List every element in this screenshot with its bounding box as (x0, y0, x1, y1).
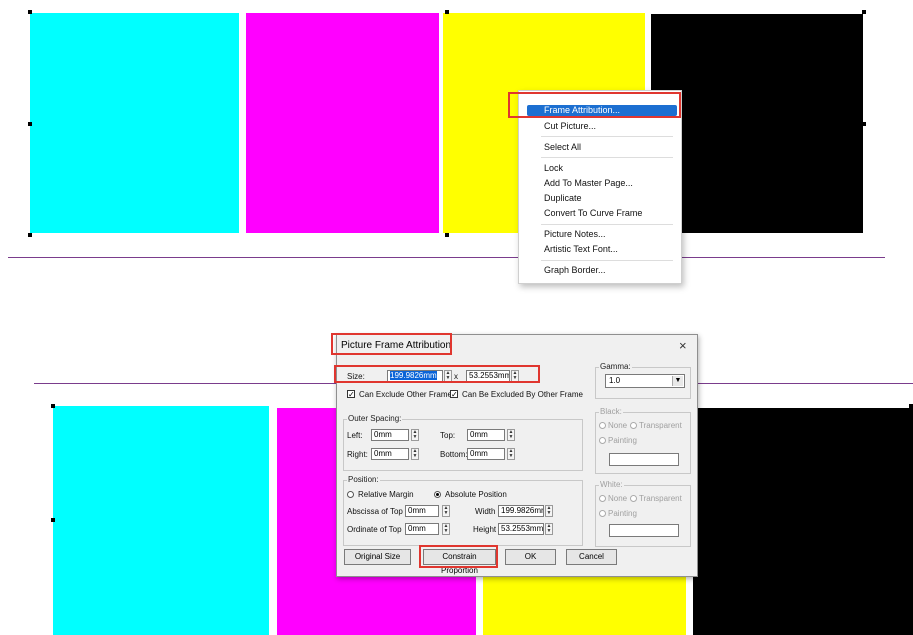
height-field[interactable]: 53.2553mm (498, 523, 544, 535)
abscissa-field[interactable]: 0mm (405, 505, 439, 517)
menu-item-picture-notes[interactable]: Picture Notes... (544, 229, 606, 239)
close-icon[interactable]: × (679, 338, 687, 353)
black-none-radio[interactable] (599, 422, 606, 429)
selection-handle[interactable] (862, 10, 866, 14)
ordinate-spinner[interactable]: ▲ ▼ (442, 523, 450, 535)
black-painting-label: Painting (608, 436, 637, 445)
exclude-other-frame-checkbox[interactable]: ✓ (347, 390, 355, 399)
annotation-box-constrain-proportion (419, 545, 498, 568)
selection-handle[interactable] (909, 518, 913, 522)
selection-handle[interactable] (909, 404, 913, 408)
selection-handle[interactable] (28, 122, 32, 126)
white-painting-label: Painting (608, 509, 637, 518)
white-color-field[interactable] (609, 524, 679, 537)
context-menu: Frame Attribution... Cut Picture... Sele… (518, 90, 682, 284)
top-spacing-spinner[interactable]: ▲ ▼ (507, 429, 515, 441)
width-field[interactable]: 199.9826mr (498, 505, 544, 517)
black-swatch-bottom[interactable] (693, 408, 913, 635)
white-transparent-label: Transparent (639, 494, 682, 503)
menu-item-add-to-master-page[interactable]: Add To Master Page... (544, 178, 633, 188)
menu-item-graph-border[interactable]: Graph Border... (544, 265, 606, 275)
annotation-box-frame-attribution (508, 92, 681, 118)
magenta-swatch-top[interactable] (246, 13, 439, 233)
ok-button[interactable]: OK (505, 549, 556, 565)
selection-handle[interactable] (51, 518, 55, 522)
original-size-button[interactable]: Original Size (344, 549, 411, 565)
menu-separator (541, 157, 673, 158)
bottom-spacing-spinner[interactable]: ▲ ▼ (507, 448, 515, 460)
black-transparent-label: Transparent (639, 421, 682, 430)
ordinate-field[interactable]: 0mm (405, 523, 439, 535)
outer-spacing-title: Outer Spacing: (347, 414, 403, 423)
excluded-by-other-frame-label: Can Be Excluded By Other Frame (462, 390, 583, 399)
selection-handle[interactable] (445, 10, 449, 14)
width-label: Width (475, 507, 496, 516)
menu-item-cut-picture[interactable]: Cut Picture... (544, 121, 596, 131)
absolute-position-radio[interactable] (434, 491, 441, 498)
cancel-button[interactable]: Cancel (566, 549, 617, 565)
right-spacing-field[interactable]: 0mm (371, 448, 409, 460)
menu-item-convert-to-curve-frame[interactable]: Convert To Curve Frame (544, 208, 642, 218)
right-spacing-spinner[interactable]: ▲ ▼ (411, 448, 419, 460)
selection-handle[interactable] (862, 122, 866, 126)
menu-separator (541, 136, 673, 137)
menu-item-select-all[interactable]: Select All (544, 142, 581, 152)
black-none-label: None (608, 421, 628, 430)
chevron-down-icon[interactable]: ▼ (672, 376, 683, 386)
excluded-by-other-frame-checkbox[interactable]: ✓ (450, 390, 458, 399)
bottom-spacing-field[interactable]: 0mm (467, 448, 505, 460)
selection-handle[interactable] (28, 10, 32, 14)
relative-margin-radio[interactable] (347, 491, 354, 498)
guide-line (8, 257, 885, 258)
white-none-radio[interactable] (599, 495, 606, 502)
black-swatch-top[interactable] (651, 14, 863, 233)
relative-margin-label: Relative Margin (358, 490, 414, 499)
selection-handle[interactable] (445, 233, 449, 237)
cyan-swatch-top[interactable] (30, 13, 239, 233)
abscissa-label: Abscissa of Top (347, 507, 403, 516)
exclude-other-frame-label: Can Exclude Other Frame (359, 390, 452, 399)
height-spinner[interactable]: ▲ ▼ (545, 523, 553, 535)
top-spacing-field[interactable]: 0mm (467, 429, 505, 441)
abscissa-spinner[interactable]: ▲ ▼ (442, 505, 450, 517)
outer-spacing-group (343, 419, 583, 471)
top-label: Top: (440, 431, 456, 440)
black-painting-radio[interactable] (599, 437, 606, 444)
black-title: Black: (599, 407, 623, 416)
selection-handle[interactable] (51, 404, 55, 408)
left-label: Left: (347, 431, 363, 440)
black-color-field[interactable] (609, 453, 679, 466)
absolute-position-label: Absolute Position (445, 490, 507, 499)
position-title: Position: (347, 475, 380, 484)
menu-item-artistic-text-font[interactable]: Artistic Text Font... (544, 244, 618, 254)
left-spacing-spinner[interactable]: ▲ ▼ (411, 429, 419, 441)
ordinate-label: Ordinate of Top (347, 525, 402, 534)
height-label: Height (473, 525, 497, 534)
white-none-label: None (608, 494, 628, 503)
white-painting-radio[interactable] (599, 510, 606, 517)
white-transparent-radio[interactable] (630, 495, 637, 502)
gamma-title: Gamma: (599, 362, 632, 371)
cyan-swatch-bottom[interactable] (53, 406, 269, 635)
menu-item-duplicate[interactable]: Duplicate (544, 193, 582, 203)
width-spinner[interactable]: ▲ ▼ (545, 505, 553, 517)
right-label: Right: (347, 450, 368, 459)
menu-separator (541, 224, 673, 225)
white-title: White: (599, 480, 624, 489)
annotation-box-size-row (334, 365, 540, 383)
menu-item-lock[interactable]: Lock (544, 163, 563, 173)
menu-separator (541, 260, 673, 261)
left-spacing-field[interactable]: 0mm (371, 429, 409, 441)
bottom-label: Bottom: (440, 450, 468, 459)
gamma-select[interactable]: 1.0 ▼ (605, 374, 685, 388)
selection-handle[interactable] (28, 233, 32, 237)
annotation-box-dialog-title (331, 333, 452, 355)
black-transparent-radio[interactable] (630, 422, 637, 429)
